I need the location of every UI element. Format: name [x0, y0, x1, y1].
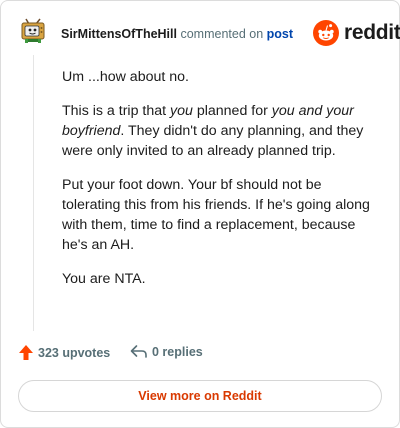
text-run: This is a trip that — [62, 103, 171, 119]
view-more-on-reddit-button[interactable]: View more on Reddit — [18, 380, 382, 412]
thread-line — [33, 55, 34, 331]
emphasis-text: you — [170, 103, 193, 119]
comment-actions: 323 upvotes 0 replies — [1, 344, 399, 368]
reply-count: 0 replies — [152, 344, 203, 359]
comment-body: Um ...how about no. This is a trip that … — [62, 67, 378, 303]
comment-header: SirMittensOfTheHill commented on post re… — [1, 1, 400, 61]
reply-icon — [130, 345, 147, 358]
comment-embed-card: SirMittensOfTheHill commented on post re… — [0, 0, 400, 428]
avatar-tv-icon — [21, 18, 45, 43]
action-text: commented on — [180, 27, 264, 41]
comment-paragraph-4: You are NTA. — [62, 271, 146, 287]
comment-paragraph-2: This is a trip that you planned for you … — [62, 101, 378, 161]
text-run: planned for — [192, 103, 272, 119]
comment-paragraph-3: Put your foot down. Your bf should not b… — [62, 177, 370, 253]
comment-paragraph-1: Um ...how about no. — [62, 69, 189, 85]
reply-button[interactable]: 0 replies — [130, 344, 203, 359]
upvote-count: 323 upvotes — [38, 345, 111, 360]
comment-attribution: SirMittensOfTheHill commented on post — [61, 27, 293, 41]
username-link[interactable]: SirMittensOfTheHill — [61, 27, 177, 41]
post-link[interactable]: post — [267, 27, 293, 41]
user-avatar[interactable] — [19, 17, 47, 45]
upvote-button[interactable]: 323 upvotes — [18, 344, 110, 361]
reddit-wordmark: reddit — [344, 21, 400, 44]
reddit-logo[interactable]: reddit — [313, 19, 400, 47]
reddit-alien-icon — [313, 20, 339, 46]
upvote-arrow-icon — [19, 345, 33, 360]
